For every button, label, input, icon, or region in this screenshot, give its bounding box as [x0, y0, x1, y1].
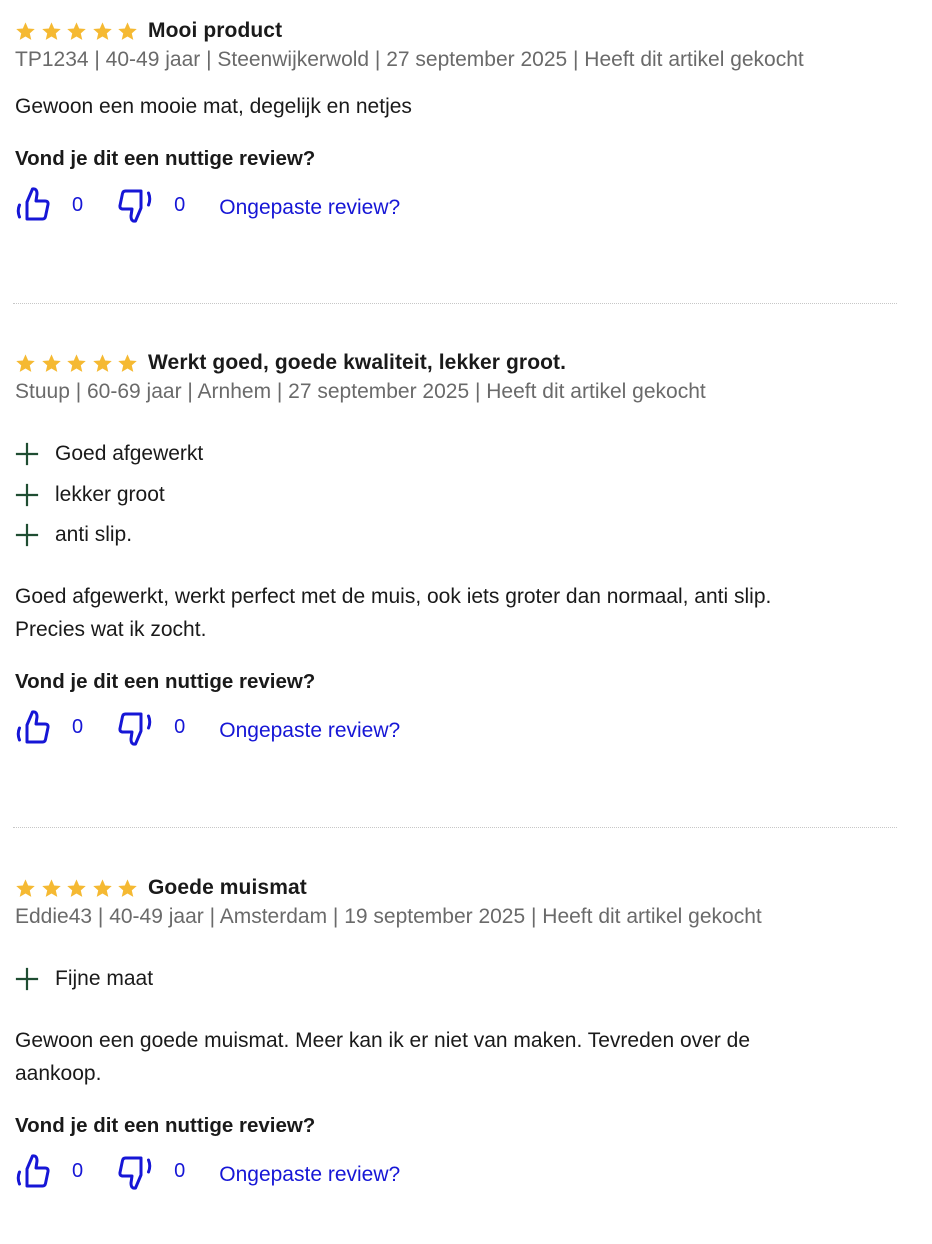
vote-row: 0 0 Ongepaste review?	[15, 1152, 897, 1192]
review-text-line: Precies wat ik zocht.	[15, 617, 207, 641]
thumbs-down-icon[interactable]	[117, 1152, 153, 1192]
thumbs-up-icon[interactable]	[15, 1152, 51, 1192]
review-meta: Eddie43 | 40-49 jaar | Amsterdam | 19 se…	[15, 905, 762, 928]
star-icon	[92, 353, 113, 374]
pro-item: Goed afgewerkt	[15, 434, 897, 475]
star-icon	[66, 878, 87, 899]
review-text: Gewoon een mooie mat, degelijk en netjes	[15, 95, 412, 118]
star-icon	[41, 21, 62, 42]
star-icon	[66, 21, 87, 42]
review-card: Goede muismat Eddie43 | 40-49 jaar | Ams…	[15, 873, 897, 1192]
pro-item: lekker groot	[15, 475, 897, 516]
review-title: Mooi product	[148, 19, 283, 42]
star-icon	[117, 878, 138, 899]
vote-row: 0 0 Ongepaste review?	[15, 185, 897, 225]
review-text-line: Gewoon een goede muismat. Meer kan ik er…	[15, 1028, 751, 1052]
report-review-link[interactable]: Ongepaste review?	[219, 1163, 400, 1187]
star-rating	[15, 353, 138, 374]
review-title: Werkt goed, goede kwaliteit, lekker groo…	[148, 351, 567, 374]
star-icon	[92, 878, 113, 899]
review-text-line: aankoop.	[15, 1061, 102, 1085]
star-icon	[41, 878, 62, 899]
star-icon	[117, 21, 138, 42]
downvote-count: 0	[174, 1160, 186, 1182]
helpful-question: Vond je dit een nuttige review?	[15, 669, 316, 693]
upvote-count: 0	[72, 193, 84, 216]
review-text: Gewoon een goede muismat. Meer kan ik er…	[15, 1024, 897, 1090]
plus-icon	[15, 967, 39, 991]
plus-icon	[15, 442, 39, 466]
review-header: Goede muismat	[15, 873, 897, 903]
review-divider	[13, 827, 897, 828]
upvote-count: 0	[72, 1160, 84, 1182]
pros-list: Goed afgewerkt lekker groot anti slip.	[15, 434, 897, 556]
star-icon	[15, 21, 36, 42]
review-divider	[13, 303, 897, 304]
star-icon	[15, 353, 36, 374]
thumbs-up-icon[interactable]	[15, 185, 51, 225]
report-review-link[interactable]: Ongepaste review?	[219, 719, 400, 743]
star-icon	[15, 878, 36, 899]
upvote-count: 0	[72, 716, 84, 738]
thumbs-down-icon[interactable]	[117, 185, 153, 225]
review-header: Mooi product	[15, 16, 897, 46]
star-rating	[15, 878, 138, 899]
star-icon	[66, 353, 87, 374]
review-meta: Stuup | 60-69 jaar | Arnhem | 27 septemb…	[15, 380, 706, 403]
review-meta: TP1234 | 40-49 jaar | Steenwijkerwold | …	[15, 48, 804, 71]
star-icon	[92, 21, 113, 42]
star-rating	[15, 21, 138, 42]
pro-item: Fijne maat	[15, 959, 897, 1000]
pro-text: anti slip.	[55, 523, 133, 547]
review-card: Werkt goed, goede kwaliteit, lekker groo…	[15, 348, 897, 748]
review-text: Goed afgewerkt, werkt perfect met de mui…	[15, 580, 897, 646]
report-review-link[interactable]: Ongepaste review?	[219, 196, 400, 220]
pros-list: Fijne maat	[15, 959, 897, 1000]
star-icon	[117, 353, 138, 374]
pro-text: Fijne maat	[55, 967, 154, 991]
plus-icon	[15, 523, 39, 547]
star-icon	[41, 353, 62, 374]
review-text-line: Goed afgewerkt, werkt perfect met de mui…	[15, 584, 772, 608]
review-header: Werkt goed, goede kwaliteit, lekker groo…	[15, 348, 897, 378]
plus-icon	[15, 483, 39, 507]
review-card: Mooi product TP1234 | 40-49 jaar | Steen…	[15, 16, 897, 225]
pro-text: lekker groot	[55, 482, 165, 506]
review-title: Goede muismat	[148, 876, 307, 899]
downvote-count: 0	[174, 716, 186, 738]
vote-row: 0 0 Ongepaste review?	[15, 708, 897, 748]
downvote-count: 0	[174, 193, 186, 216]
thumbs-up-icon[interactable]	[15, 708, 51, 748]
thumbs-down-icon[interactable]	[117, 708, 153, 748]
pro-item: anti slip.	[15, 515, 897, 556]
helpful-question: Vond je dit een nuttige review?	[15, 147, 316, 170]
pro-text: Goed afgewerkt	[55, 442, 204, 466]
helpful-question: Vond je dit een nuttige review?	[15, 1113, 316, 1137]
